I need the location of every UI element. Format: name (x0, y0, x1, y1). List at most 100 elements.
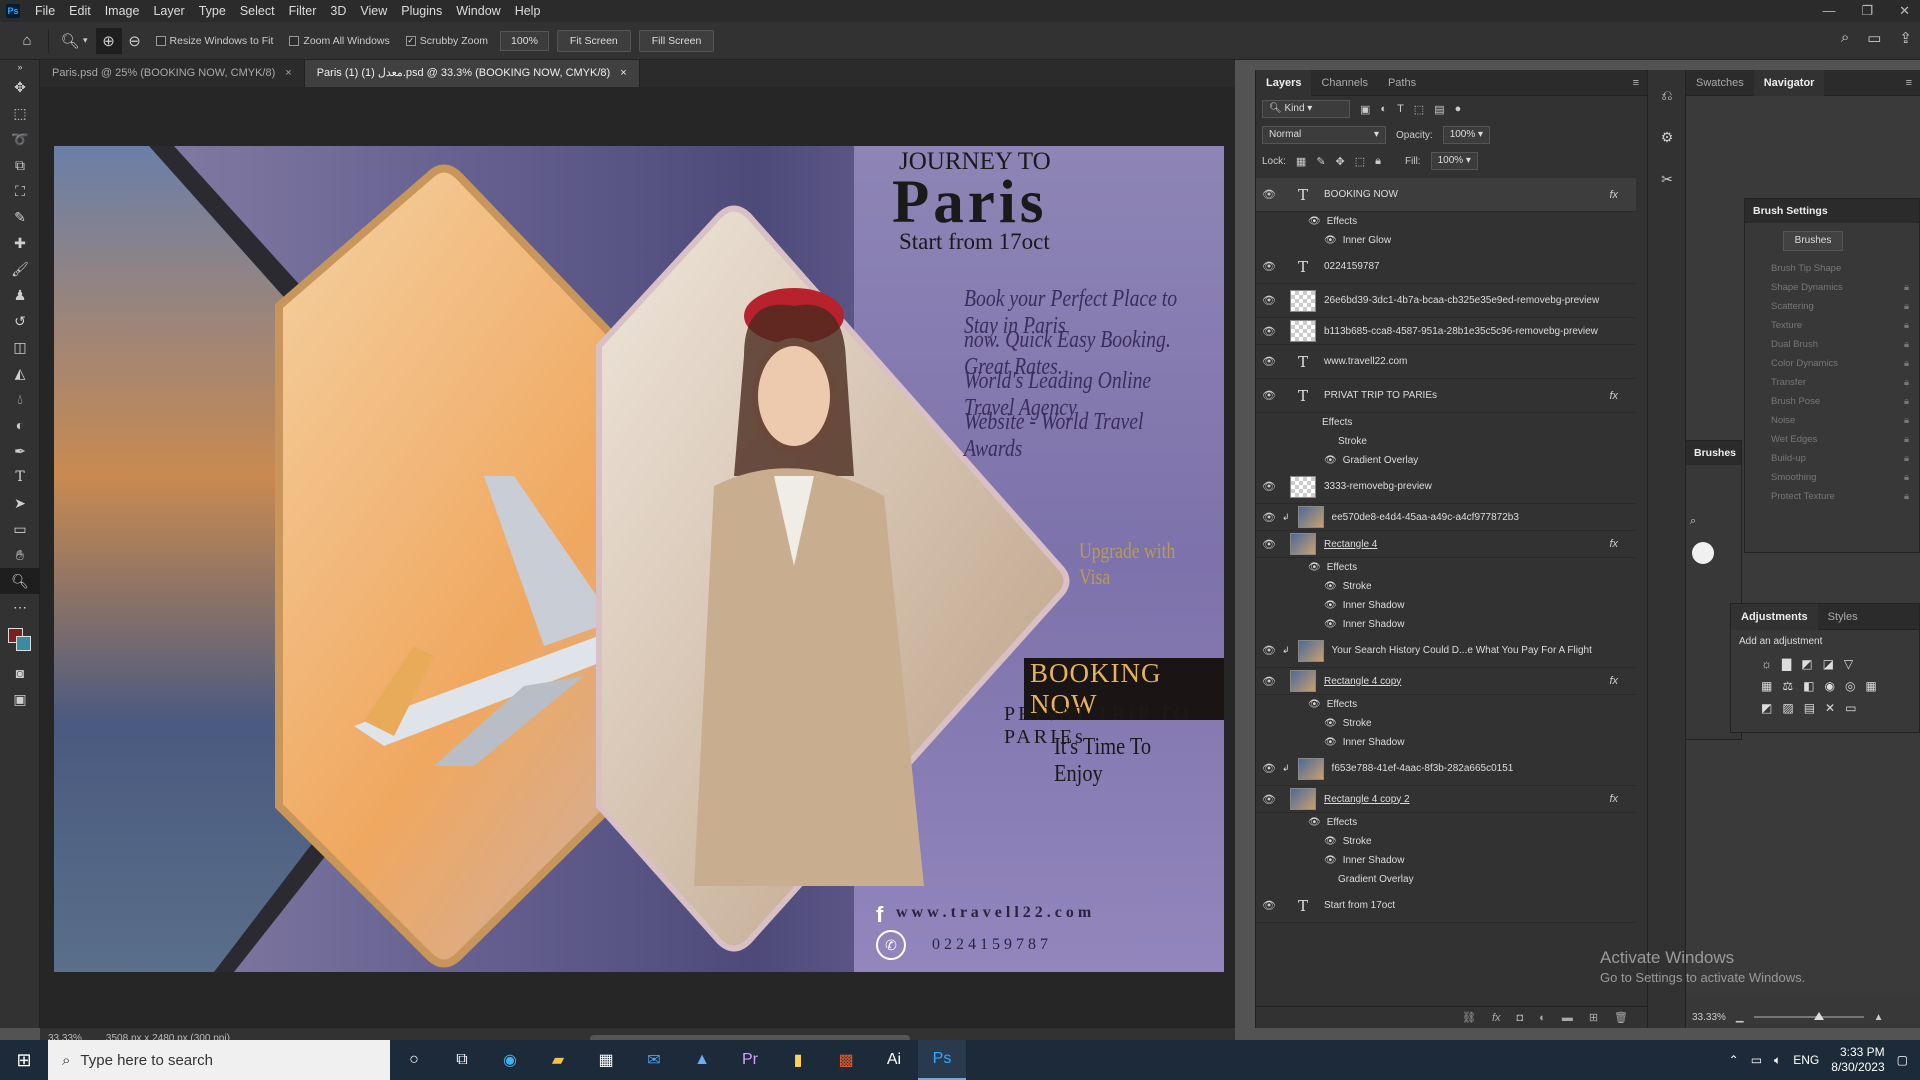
eye-icon[interactable]: 👁︎ (1256, 762, 1282, 775)
tab-layers[interactable]: Layers (1256, 69, 1312, 96)
fx-menu-icon[interactable]: fx (1492, 1012, 1501, 1024)
effects-row[interactable]: 👁︎ Effects (1256, 212, 1636, 231)
eye-icon[interactable]: 👁︎ (1256, 793, 1282, 806)
color-lookup-icon[interactable]: ▦ (1865, 679, 1876, 693)
menu-select[interactable]: Select (233, 0, 282, 22)
vibrance-icon[interactable]: ▽ (1844, 657, 1853, 671)
fx-icon[interactable]: fx (1609, 538, 1618, 550)
task-view-icon[interactable]: ⧉ (438, 1040, 486, 1080)
store-icon[interactable]: ▦ (582, 1040, 630, 1080)
path-select-icon[interactable]: ➤ (0, 490, 40, 516)
history-panel-icon[interactable]: ⎌ (1648, 82, 1686, 108)
zoom-out-icon[interactable]: ▁ (1736, 1012, 1744, 1023)
effect-item[interactable]: 👁︎ Inner Shadow (1256, 851, 1636, 870)
filter-smart-icon[interactable]: ▤ (1434, 103, 1444, 116)
close-icon[interactable]: × (285, 60, 291, 87)
minimize-icon[interactable]: — (1822, 0, 1835, 22)
layer-row[interactable]: 👁︎ 26e6bd39-3dc1-4b7a-bcaa-cb325e35e9ed-… (1256, 284, 1636, 318)
layer-row[interactable]: 👁︎ T Start from 17oct (1256, 889, 1636, 923)
layer-row[interactable]: 👁︎ Rectangle 4 copy 2 fx (1256, 786, 1636, 813)
lock-pixels-icon[interactable]: ✎ (1316, 155, 1325, 168)
brush-search-icon[interactable]: ⌕ (1690, 515, 1741, 528)
layer-row[interactable]: 👁︎ ↲ Your Search History Could D...e Wha… (1256, 634, 1636, 668)
channel-mixer-icon[interactable]: ◎ (1845, 679, 1855, 693)
brush-tool-icon[interactable]: 🖌︎ (0, 256, 40, 282)
invert-icon[interactable]: ◩ (1761, 701, 1772, 715)
chevron-down-icon[interactable]: ▾ (83, 35, 88, 46)
properties-panel-icon[interactable]: ⚙ (1648, 124, 1686, 150)
effects-row[interactable]: Effects (1256, 413, 1636, 432)
eye-icon[interactable]: 👁︎ (1324, 600, 1337, 611)
menu-type[interactable]: Type (192, 0, 233, 22)
effect-item[interactable]: 👁︎ Stroke (1256, 714, 1636, 733)
layer-row[interactable]: 👁︎ 3333-removebg-preview (1256, 470, 1636, 504)
threshold-icon[interactable]: ▤ (1804, 701, 1815, 715)
fx-icon[interactable]: fx (1609, 189, 1618, 201)
clock[interactable]: 3:33 PM 8/30/2023 (1831, 1045, 1884, 1075)
menu-image[interactable]: Image (98, 0, 147, 22)
selective-color-icon[interactable]: ✕ (1825, 701, 1835, 715)
zoom-all-checkbox[interactable]: Zoom All Windows (289, 35, 390, 47)
hand-tool-icon[interactable]: ✋︎ (0, 542, 40, 568)
filter-shape-icon[interactable]: ⬚ (1414, 103, 1424, 116)
link-layers-icon[interactable]: ⛓ (1462, 1011, 1476, 1024)
close-icon[interactable]: × (620, 60, 626, 87)
zoom-tool-icon[interactable]: 🔍︎ (57, 28, 83, 54)
brush-setting-item[interactable]: Protect Texture 🔒︎ (1745, 487, 1919, 506)
add-mask-icon[interactable]: ◘ (1517, 1012, 1524, 1024)
brush-setting-item[interactable]: Dual Brush 🔒︎ (1745, 335, 1919, 354)
document-tab-active[interactable]: Paris (1) (1) معدل.psd @ 33.3% (BOOKING … (304, 60, 640, 87)
photoshop-taskbar-icon[interactable]: Ps (918, 1040, 966, 1080)
photos-icon[interactable]: ▲ (678, 1040, 726, 1080)
eye-icon[interactable]: 👁︎ (1308, 817, 1321, 828)
eye-icon[interactable]: 👁︎ (1256, 325, 1282, 338)
eye-icon[interactable]: 👁︎ (1324, 235, 1337, 246)
new-group-icon[interactable]: ▬ (1562, 1012, 1573, 1024)
adjustment-layer-icon[interactable]: ◐ (1539, 1012, 1546, 1024)
eye-icon[interactable]: 👁︎ (1324, 718, 1337, 729)
eye-icon[interactable]: 👁︎ (1256, 899, 1282, 912)
hue-sat-icon[interactable]: ▦ (1761, 679, 1772, 693)
layer-row[interactable]: 👁︎ ↲ ee570de8-e4d4-45aa-a49c-a4cf977872b… (1256, 504, 1636, 531)
menu-file[interactable]: File (28, 0, 62, 22)
eye-icon[interactable]: 👁︎ (1256, 389, 1282, 402)
quick-mask-icon[interactable]: ◙ (0, 660, 40, 686)
layer-row[interactable]: 👁︎ T BOOKING NOW fx (1256, 178, 1636, 212)
navigator-zoom-slider[interactable] (1753, 1012, 1864, 1020)
opacity-field[interactable]: 100% ▾ (1442, 126, 1491, 144)
lock-artboard-icon[interactable]: ⬚ (1355, 155, 1365, 168)
lock-all-icon[interactable]: 🔒︎ (1375, 155, 1381, 168)
brush-setting-item[interactable]: Wet Edges 🔒︎ (1745, 430, 1919, 449)
brush-setting-item[interactable]: Smoothing 🔒︎ (1745, 468, 1919, 487)
layer-row[interactable]: 👁︎ Rectangle 4 copy fx (1256, 668, 1636, 695)
more-tools-icon[interactable]: ⋯ (0, 594, 40, 620)
eye-icon[interactable]: 👁︎ (1324, 737, 1337, 748)
eyedropper-icon[interactable]: ✎ (0, 204, 40, 230)
lock-position-icon[interactable]: ✥ (1336, 155, 1345, 168)
brushes-button[interactable]: Brushes (1783, 231, 1843, 251)
canvas-area[interactable]: JOURNEY TO Paris Start from 17oct Book y… (40, 87, 1235, 1027)
eye-icon[interactable]: 👁︎ (1256, 675, 1282, 688)
language-indicator[interactable]: ENG (1793, 1053, 1819, 1067)
zoom-in-icon[interactable]: ⊕ (95, 27, 122, 54)
layer-row[interactable]: 👁︎ T PRIVAT TRIP TO PARIEs fx (1256, 379, 1636, 413)
navigator-zoom[interactable]: 33.33% (1692, 1012, 1726, 1023)
filter-toggle-icon[interactable]: ● (1455, 103, 1462, 115)
filter-type-icon[interactable]: T (1397, 103, 1404, 115)
menu-filter[interactable]: Filter (282, 0, 324, 22)
effect-item[interactable]: 👁︎ Stroke (1256, 577, 1636, 596)
shape-tool-icon[interactable]: ▭ (0, 516, 40, 542)
volume-icon[interactable]: 🔈︎ (1774, 1053, 1781, 1068)
eye-icon[interactable]: 👁︎ (1256, 644, 1282, 657)
fx-icon[interactable]: fx (1609, 675, 1618, 687)
gradient-map-icon[interactable]: ▭ (1845, 701, 1856, 715)
paint-bucket-icon[interactable]: ◭ (0, 360, 40, 386)
effect-item[interactable]: 👁︎ Inner Shadow (1256, 615, 1636, 634)
notifications-icon[interactable]: ▢ (1897, 1053, 1908, 1067)
resize-windows-checkbox[interactable]: Resize Windows to Fit (155, 35, 273, 47)
taskbar-search-input[interactable]: ⌕ Type here to search (48, 1040, 390, 1080)
menu-layer[interactable]: Layer (146, 0, 191, 22)
premiere-icon[interactable]: Pr (726, 1040, 774, 1080)
zoom-tool-icon[interactable]: 🔍︎ (0, 568, 40, 594)
scrubby-zoom-checkbox[interactable]: ✓ Scrubby Zoom (405, 35, 488, 47)
